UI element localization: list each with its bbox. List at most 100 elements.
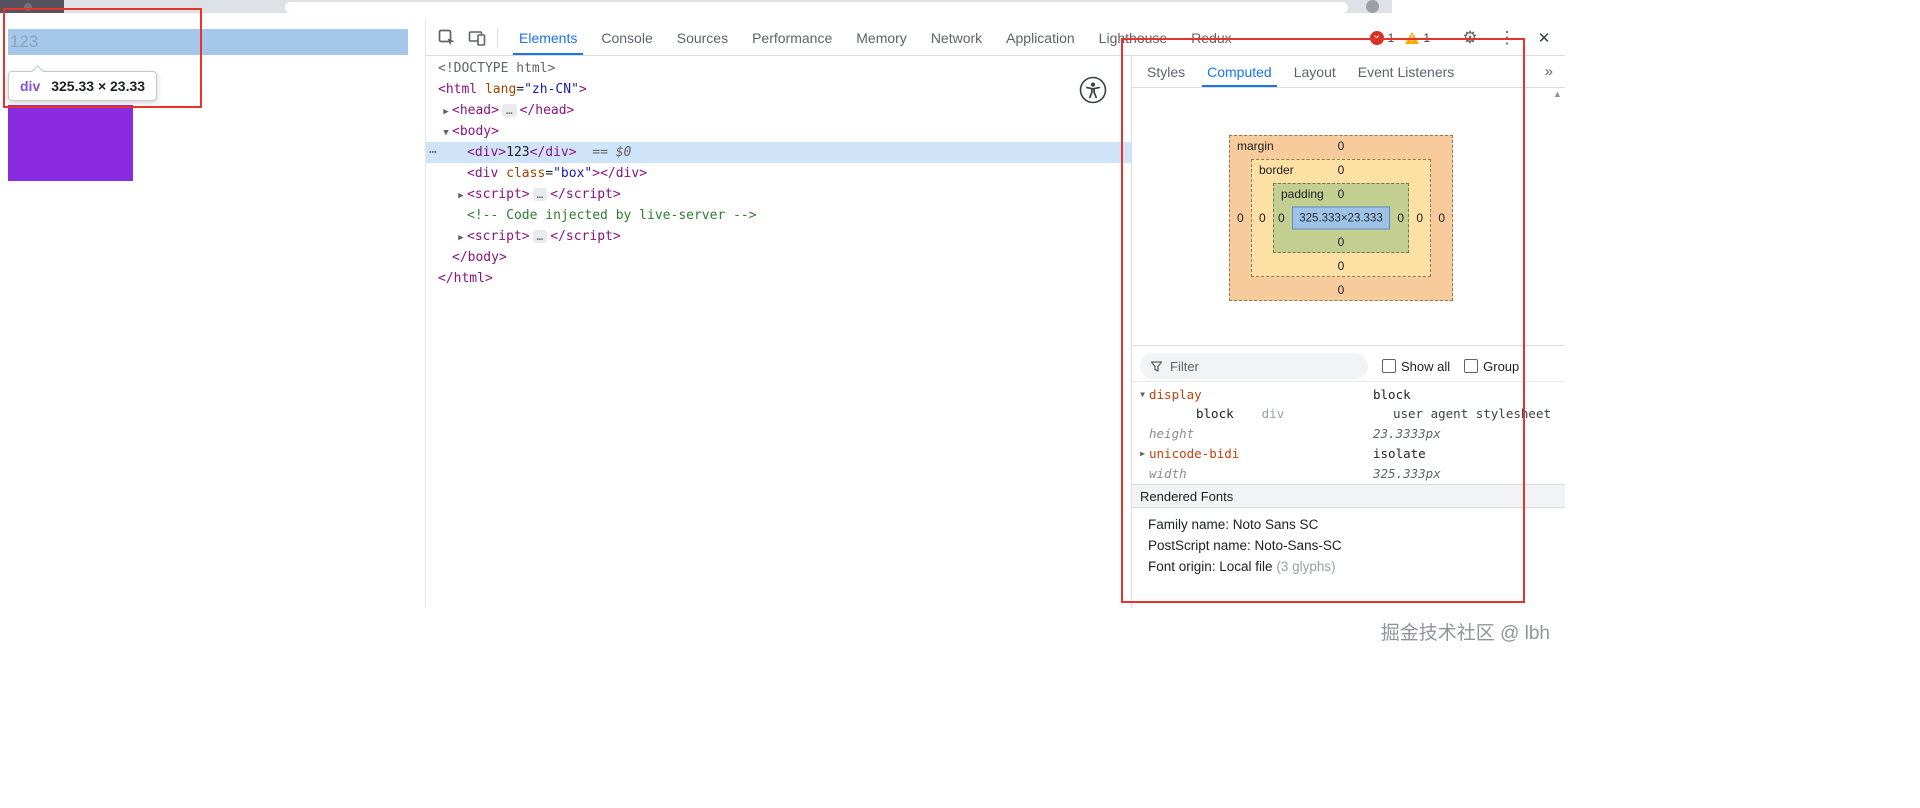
inspect-element-icon[interactable]	[434, 25, 460, 51]
property-value: 325.333px	[1373, 465, 1441, 481]
devtools-tab-lighthouse[interactable]: Lighthouse	[1087, 20, 1180, 55]
dom-tree-row[interactable]: <!DOCTYPE html>	[426, 58, 1131, 79]
checkbox-icon	[1464, 359, 1479, 373]
token-tag: <script>	[467, 229, 530, 244]
expand-arrow-icon[interactable]: ▼	[1136, 390, 1149, 399]
error-count: 1	[1387, 31, 1395, 45]
box-model-margin[interactable]: margin 0 0 0 0 border 0 0 0 0 padding 0 …	[1229, 135, 1453, 301]
trace-selector: div	[1261, 406, 1285, 421]
token-tag: </script>	[550, 187, 621, 202]
computed-property-row[interactable]: ▶ unicode-bidi isolate	[1132, 443, 1565, 463]
box-model-padding[interactable]: padding 0 0 0 0 325.333×23.333	[1273, 183, 1409, 253]
expand-arrow-icon[interactable]: ▶	[1136, 449, 1149, 458]
devtools-tab-application[interactable]: Application	[994, 20, 1087, 55]
dom-tree-row[interactable]: ⋯ <div>123</div> == $0	[426, 142, 1131, 163]
margin-bottom-value[interactable]: 0	[1338, 283, 1345, 297]
warning-icon	[1405, 32, 1420, 44]
padding-right-value[interactable]: 0	[1397, 211, 1404, 225]
filter-input[interactable]: Filter	[1140, 353, 1368, 379]
devtools-tab-bar: Elements Console Sources Performance Memory N…	[507, 20, 1244, 55]
token-tag: <div	[467, 166, 499, 181]
collapsed-content-icon[interactable]: …	[532, 188, 548, 201]
expand-arrow-icon[interactable]: ▼	[440, 123, 452, 144]
close-devtools-icon[interactable]: ✕	[1531, 25, 1557, 51]
token-tag: ></div>	[592, 166, 648, 181]
dom-tree-row[interactable]: ▶ <script>… </script>	[426, 226, 1131, 247]
settings-gear-icon[interactable]: ⚙	[1457, 25, 1483, 51]
box-model-content[interactable]: 325.333×23.333	[1292, 206, 1390, 230]
devtools-tab-memory[interactable]: Memory	[844, 20, 919, 55]
token-text: 123	[506, 145, 530, 160]
property-name: height	[1149, 425, 1195, 441]
expand-arrow-icon[interactable]: ▶	[455, 186, 467, 207]
dom-tree-row[interactable]: <!-- Code injected by live-server -->	[426, 205, 1131, 226]
address-bar-fragment[interactable]	[285, 2, 1348, 13]
dom-tree-row[interactable]: <html lang="zh-CN">	[426, 79, 1131, 100]
border-right-value[interactable]: 0	[1416, 211, 1423, 225]
dom-tree-row[interactable]: <div class="box"></div>	[426, 163, 1131, 184]
token-punct: =	[545, 166, 554, 181]
console-warning-badge[interactable]: 1	[1405, 31, 1430, 45]
sidebar-tab-event-listeners[interactable]: Event Listeners	[1347, 56, 1466, 87]
devtools-tab-network[interactable]: Network	[919, 20, 994, 55]
dom-tree-row[interactable]: </body>	[426, 247, 1131, 268]
token-tag: <div>	[467, 145, 507, 160]
sidebar-tab-layout[interactable]: Layout	[1283, 56, 1347, 87]
row-more-dots-icon[interactable]: ⋯	[429, 142, 438, 163]
expand-arrow-icon[interactable]: ▶	[440, 102, 452, 123]
device-toolbar-icon[interactable]	[464, 25, 490, 51]
computed-property-trace-row[interactable]: block div user agent stylesheet	[1132, 404, 1565, 423]
dom-tree-row[interactable]: </html>	[426, 268, 1131, 289]
margin-top-value[interactable]: 0	[1338, 139, 1345, 153]
reload-icon[interactable]	[24, 3, 32, 11]
console-error-badge[interactable]: ✕ 1	[1369, 31, 1395, 45]
padding-left-value[interactable]: 0	[1278, 211, 1285, 225]
sidebar-section-divider	[1132, 345, 1565, 346]
computed-properties-list: ▼ display block block div user agent styleshe…	[1132, 384, 1565, 483]
devtools-tab-performance[interactable]: Performance	[740, 20, 844, 55]
computed-property-row[interactable]: ▼ display block	[1132, 384, 1565, 404]
collapsed-content-icon[interactable]: …	[532, 230, 548, 243]
padding-top-value[interactable]: 0	[1338, 187, 1345, 201]
token-tag: </body>	[452, 250, 507, 265]
expand-arrow-icon[interactable]: ▶	[455, 228, 467, 249]
devtools-tab-sources[interactable]: Sources	[665, 20, 740, 55]
devtools-tab-elements[interactable]: Elements	[507, 20, 589, 55]
margin-right-value[interactable]: 0	[1438, 211, 1445, 225]
dom-tree-row[interactable]: ▶ <script>… </script>	[426, 184, 1131, 205]
browser-top-strip	[0, 0, 1392, 13]
sidebar-tab-styles[interactable]: Styles	[1136, 56, 1196, 87]
border-left-value[interactable]: 0	[1259, 211, 1266, 225]
box-model-border[interactable]: border 0 0 0 0 padding 0 0 0 0 325.333×2…	[1251, 159, 1431, 277]
collapsed-content-icon[interactable]: …	[501, 104, 517, 117]
profile-avatar[interactable]	[1366, 0, 1379, 13]
token-tag: <script>	[467, 187, 530, 202]
sidebar-tabs: Styles Computed Layout Event Listeners	[1136, 56, 1465, 87]
scrollbar-up-arrow[interactable]: ▲	[1550, 86, 1565, 101]
devtools-tab-redux[interactable]: Redux	[1179, 20, 1243, 55]
margin-left-value[interactable]: 0	[1237, 211, 1244, 225]
dom-tree-row[interactable]: ▼ <body>	[426, 121, 1131, 142]
font-info-text: Font origin: Local file	[1148, 559, 1273, 574]
group-label: Group	[1483, 358, 1520, 374]
checkbox-icon	[1382, 359, 1396, 373]
border-top-value[interactable]: 0	[1338, 163, 1345, 177]
padding-bottom-value[interactable]: 0	[1338, 235, 1345, 249]
dom-tree-row[interactable]: ▶ <head>… </head>	[426, 100, 1131, 121]
devtools-tab-console[interactable]: Console	[589, 20, 664, 55]
more-options-icon[interactable]: ⋮	[1494, 25, 1520, 51]
accessibility-icon[interactable]	[1078, 75, 1108, 105]
watermark: 掘金技术社区 @ lbh	[1380, 623, 1550, 644]
token-tag: <body>	[452, 124, 499, 139]
border-bottom-value[interactable]: 0	[1338, 259, 1345, 273]
computed-property-row[interactable]: height 23.3333px	[1132, 423, 1565, 443]
show-all-checkbox[interactable]: Show all	[1382, 359, 1450, 374]
trace-stylesheet-link[interactable]: user agent stylesheet	[1393, 406, 1551, 421]
group-checkbox[interactable]: Group	[1464, 359, 1519, 374]
more-tabs-icon[interactable]: »	[1533, 56, 1565, 87]
token-val: "zh-CN"	[524, 82, 579, 97]
computed-property-row[interactable]: width 325.333px	[1132, 463, 1565, 483]
font-info-text: Family name: Noto Sans SC	[1148, 517, 1319, 532]
sidebar-tab-computed[interactable]: Computed	[1196, 56, 1283, 87]
token-tag: </html>	[438, 271, 493, 286]
